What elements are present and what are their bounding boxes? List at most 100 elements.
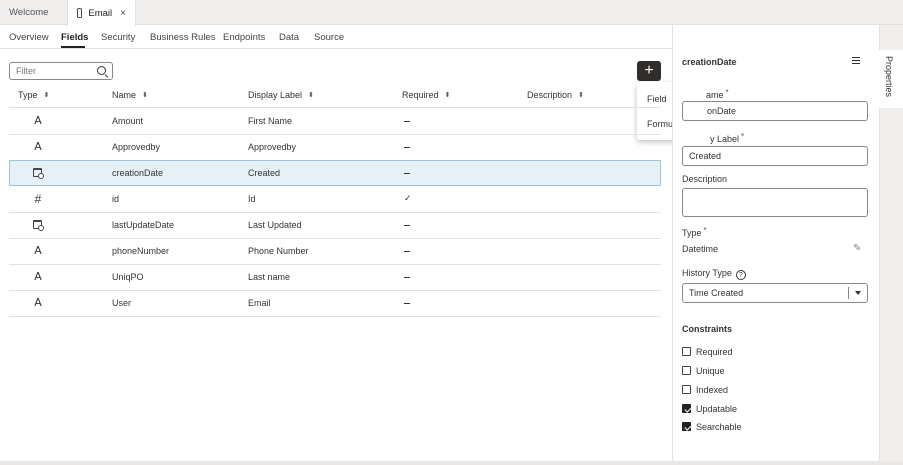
required-checkbox[interactable] [682,347,691,356]
tab-email-label: Email [88,7,113,19]
display-label-label: y Label * [710,132,745,144]
unique-checkbox-label: Unique [696,366,725,376]
table-row[interactable]: A User Email [9,290,661,316]
tab-security[interactable]: Security [101,32,135,43]
field-name: UniqPO [112,272,144,282]
indexed-checkbox-label: Indexed [696,385,729,395]
searchable-checkbox[interactable] [682,422,691,431]
field-name: id [112,194,120,204]
divider [0,48,672,49]
sort-icon: ⬍ [578,92,584,99]
field-display-label: Created [248,168,281,178]
chevron-down-icon [855,291,861,295]
field-display-label: Approvedby [248,142,297,152]
datetime-type-icon [33,220,44,231]
tab-business-rules[interactable]: Business Rules [150,32,215,43]
field-display-label: Email [248,298,271,308]
required-check-icon: ✓ [404,194,412,204]
text-type-icon: A [34,270,42,283]
display-label-input[interactable]: Created [682,146,868,166]
text-type-icon: A [34,140,42,153]
required-dash-icon [404,290,410,316]
history-type-select[interactable]: Time Created [682,283,868,303]
type-label: Type * [682,226,707,238]
tab-data[interactable]: Data [279,32,299,43]
column-header-name[interactable]: Name ⬍ [112,90,148,100]
database-icon [77,8,83,18]
status-bar [0,461,903,465]
document-tab-strip: Welcome Email × [0,0,903,26]
field-name-input[interactable]: onDate [682,101,868,121]
filter-input[interactable] [10,63,90,79]
description-label: Description [682,174,728,184]
menu-item-field[interactable]: Field [647,94,667,104]
field-name: phoneNumber [112,246,170,256]
text-type-icon: A [34,114,42,127]
history-type-label: History Type? [682,268,746,280]
required-dash-icon [404,238,410,264]
table-row[interactable]: lastUpdateDate Last Updated [9,212,661,238]
field-display-label: Id [248,194,256,204]
field-name: Approvedby [112,142,161,152]
indexed-checkbox[interactable] [682,385,691,394]
sub-navigation: Overview Fields Security Business Rules … [0,25,672,49]
tab-welcome-label: Welcome [9,7,49,18]
field-name-label: ame * [706,88,729,100]
tab-endpoints[interactable]: Endpoints [223,32,265,43]
required-dash-icon [404,160,410,186]
table-row[interactable]: A UniqPO Last name [9,264,661,290]
properties-panel-header-bg [672,25,879,49]
close-icon[interactable]: × [120,8,126,19]
tab-overview[interactable]: Overview [9,32,49,43]
sort-icon: ⬍ [444,92,451,99]
required-dash-icon [404,134,410,160]
required-dash-icon [404,264,410,290]
type-value: Datetime [682,244,719,254]
field-display-label: Phone Number [248,246,309,256]
table-row[interactable]: A Amount First Name [9,108,661,134]
sort-icon: ⬍ [43,92,50,99]
properties-title: creationDate [682,57,737,67]
required-checkbox-label: Required [696,347,733,357]
tab-fields[interactable]: Fields [61,32,88,43]
field-name: lastUpdateDate [112,220,175,230]
required-dash-icon [404,212,410,238]
description-input[interactable] [682,188,868,217]
text-type-icon: A [34,244,42,257]
column-header-required[interactable]: Required ⬍ [402,90,450,100]
datetime-type-icon [33,168,44,179]
tab-source[interactable]: Source [314,32,344,43]
table-row-selected[interactable]: creationDate Created [9,160,661,186]
updatable-checkbox[interactable] [682,404,691,413]
table-row[interactable]: # id Id ✓ [9,186,661,212]
tab-email[interactable]: Email × [67,0,136,26]
field-display-label: Last name [248,272,291,282]
table-row[interactable]: A phoneNumber Phone Number [9,238,661,264]
number-type-icon: # [34,192,42,206]
pencil-icon[interactable]: ✎ [853,244,863,254]
column-header-description[interactable]: Description ⬍ [527,90,584,100]
required-dash-icon [404,108,410,134]
add-field-button[interactable]: + [637,61,661,81]
field-display-label: Last Updated [248,220,302,230]
searchable-checkbox-label: Searchable [696,422,742,432]
column-header-type[interactable]: Type ⬍ [18,90,49,100]
search-icon[interactable] [97,66,106,75]
unique-checkbox[interactable] [682,366,691,375]
field-name: Amount [112,116,144,126]
field-display-label: First Name [248,116,293,126]
help-icon[interactable]: ? [735,270,746,280]
menu-icon[interactable] [852,57,860,64]
sort-icon: ⬍ [142,92,148,99]
sort-icon: ⬍ [308,92,314,99]
field-name: creationDate [112,168,164,178]
properties-sidebar-tab[interactable]: Properties [879,50,903,108]
column-header-display-label[interactable]: Display Label ⬍ [248,90,314,100]
text-type-icon: A [34,296,42,309]
table-row[interactable]: A Approvedby Approvedby [9,134,661,160]
field-name: User [112,298,132,308]
updatable-checkbox-label: Updatable [696,404,738,414]
row-divider [9,316,661,317]
filter-box [9,62,113,80]
tab-welcome[interactable]: Welcome [0,0,57,25]
